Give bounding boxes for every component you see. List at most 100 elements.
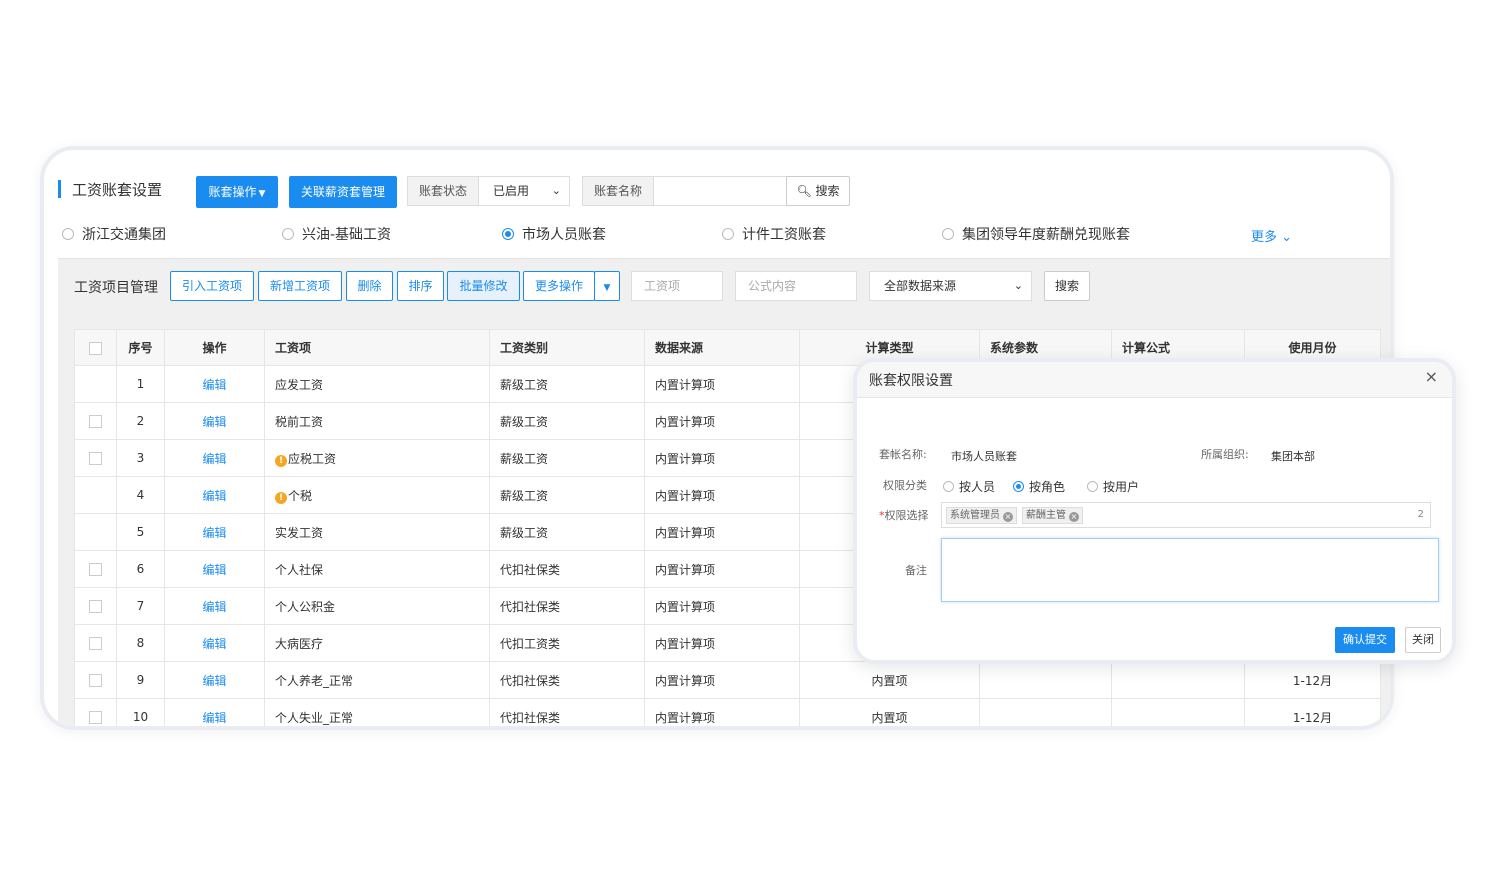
name-input[interactable] <box>653 176 787 206</box>
status-select[interactable]: 已启用 ⌄ <box>478 176 570 206</box>
row-select-cell[interactable] <box>74 624 117 662</box>
set-name-value: 市场人员账套 <box>951 450 1017 463</box>
row-select-cell[interactable] <box>74 439 117 477</box>
dialog-title: 账套权限设置 <box>869 373 953 389</box>
row-select-cell[interactable] <box>74 513 117 551</box>
batch-edit-button[interactable]: 批量修改 <box>447 271 520 301</box>
category-cell: 薪级工资 <box>489 476 645 514</box>
perm-option-label: 按用户 <box>1103 480 1140 494</box>
link-manage-button[interactable]: 关联薪资套管理 <box>289 176 397 208</box>
submit-button[interactable]: 确认提交 <box>1335 627 1395 653</box>
row-number: 10 <box>116 698 165 726</box>
select-all-cell[interactable] <box>74 329 117 366</box>
edit-link[interactable]: 编辑 <box>164 698 265 726</box>
header-search-button[interactable]: 🔍︎ 搜索 <box>786 176 850 206</box>
caret-down-icon: ▼ <box>603 283 611 293</box>
edit-link[interactable]: 编辑 <box>164 550 265 588</box>
checkbox[interactable] <box>89 452 102 465</box>
status-value: 已启用 <box>493 184 530 198</box>
row-select-cell[interactable] <box>74 550 117 588</box>
perm-select-field[interactable]: 系统管理员 × 薪酬主管 × 2 <box>941 502 1431 528</box>
account-option-selected[interactable]: 市场人员账套 <box>502 226 606 244</box>
sort-button[interactable]: 排序 <box>397 271 444 301</box>
category-cell: 薪级工资 <box>489 402 645 440</box>
remove-tag-icon[interactable]: × <box>1003 512 1013 522</box>
more-label: 更多 <box>1250 230 1277 245</box>
category-cell: 薪级工资 <box>489 439 645 477</box>
row-select-cell[interactable] <box>74 365 117 403</box>
edit-link[interactable]: 编辑 <box>164 513 265 551</box>
account-option[interactable]: 集团领导年度薪酬兑现账套 <box>942 226 1130 244</box>
row-select-cell[interactable] <box>74 698 117 726</box>
item-cell: 实发工资 <box>264 513 490 551</box>
add-item-button[interactable]: 新增工资项 <box>258 271 342 301</box>
category-cell: 薪级工资 <box>489 365 645 403</box>
source-cell: 内置计算项 <box>644 624 800 662</box>
perm-option-label: 按人员 <box>959 480 996 494</box>
account-label: 计件工资账套 <box>742 227 826 243</box>
remove-tag-icon[interactable]: × <box>1069 512 1079 522</box>
toolbar-search-button[interactable]: 搜索 <box>1044 271 1090 301</box>
radio-icon <box>942 228 954 240</box>
edit-link[interactable]: 编辑 <box>164 439 265 477</box>
category-cell: 代扣工资类 <box>489 624 645 662</box>
row-select-cell[interactable] <box>74 402 117 440</box>
item-cell: 大病医疗 <box>264 624 490 662</box>
source-select[interactable]: 全部数据来源 ⌄ <box>869 271 1032 301</box>
param-cell <box>979 698 1112 726</box>
close-icon[interactable]: × <box>1425 367 1438 386</box>
formula-search-input[interactable]: 公式内容 <box>735 271 857 301</box>
checkbox[interactable] <box>89 637 102 650</box>
item-cell: 个人失业_正常 <box>264 698 490 726</box>
account-option[interactable]: 兴油-基础工资 <box>282 226 391 244</box>
account-option[interactable]: 计件工资账套 <box>722 226 826 244</box>
edit-link[interactable]: 编辑 <box>164 402 265 440</box>
item-name: 个人养老_正常 <box>275 673 354 688</box>
radio-icon <box>282 228 294 240</box>
dialog-header: 账套权限设置 × <box>857 362 1452 398</box>
formula-cell <box>1111 698 1245 726</box>
more-accounts-link[interactable]: 更多 ⌄ <box>1251 226 1292 245</box>
row-number: 7 <box>116 587 165 625</box>
account-label: 兴油-基础工资 <box>302 227 392 243</box>
checkbox[interactable] <box>89 600 102 613</box>
checkbox[interactable] <box>89 711 102 724</box>
set-name-label: 套帐名称: <box>879 448 927 461</box>
delete-button[interactable]: 删除 <box>346 271 393 301</box>
account-ops-label: 账套操作 <box>208 185 257 199</box>
row-number: 8 <box>116 624 165 662</box>
more-ops-button[interactable]: 更多操作 <box>523 271 595 301</box>
checkbox[interactable] <box>89 415 102 428</box>
edit-link[interactable]: 编辑 <box>164 624 265 662</box>
remark-label: 备注 <box>905 564 927 577</box>
checkbox[interactable] <box>89 563 102 576</box>
row-number: 5 <box>116 513 165 551</box>
perm-option[interactable]: 按人员 <box>943 478 995 495</box>
import-item-button[interactable]: 引入工资项 <box>170 271 254 301</box>
item-search-input[interactable]: 工资项 <box>631 271 723 301</box>
row-select-cell[interactable] <box>74 476 117 514</box>
edit-link[interactable]: 编辑 <box>164 661 265 699</box>
status-label: 账套状态 <box>407 176 479 206</box>
more-ops-dropdown[interactable]: ▼ <box>594 271 620 301</box>
row-number: 6 <box>116 550 165 588</box>
table-row: 10 编辑 个人失业_正常 代扣社保类 内置计算项 内置项 1-12月 <box>74 698 1381 726</box>
account-ops-button[interactable]: 账套操作 ▼ <box>196 176 278 208</box>
source-cell: 内置计算项 <box>644 587 800 625</box>
close-button[interactable]: 关闭 <box>1405 627 1441 653</box>
edit-link[interactable]: 编辑 <box>164 587 265 625</box>
source-cell: 内置计算项 <box>644 439 800 477</box>
row-select-cell[interactable] <box>74 661 117 699</box>
edit-link[interactable]: 编辑 <box>164 365 265 403</box>
checkbox[interactable] <box>89 341 102 355</box>
perm-option[interactable]: 按用户 <box>1087 478 1139 495</box>
col-header: 工资项 <box>264 329 490 366</box>
remark-textarea[interactable] <box>941 538 1439 602</box>
title-accent <box>58 180 61 198</box>
edit-link[interactable]: 编辑 <box>164 476 265 514</box>
account-option[interactable]: 浙江交通集团 <box>62 226 166 244</box>
row-select-cell[interactable] <box>74 587 117 625</box>
account-radio-row: 浙江交通集团 兴油-基础工资 市场人员账套 计件工资账套 集团领导年度薪酬兑现账… <box>62 226 1382 246</box>
checkbox[interactable] <box>89 674 102 687</box>
perm-option-selected[interactable]: 按角色 <box>1013 478 1065 495</box>
